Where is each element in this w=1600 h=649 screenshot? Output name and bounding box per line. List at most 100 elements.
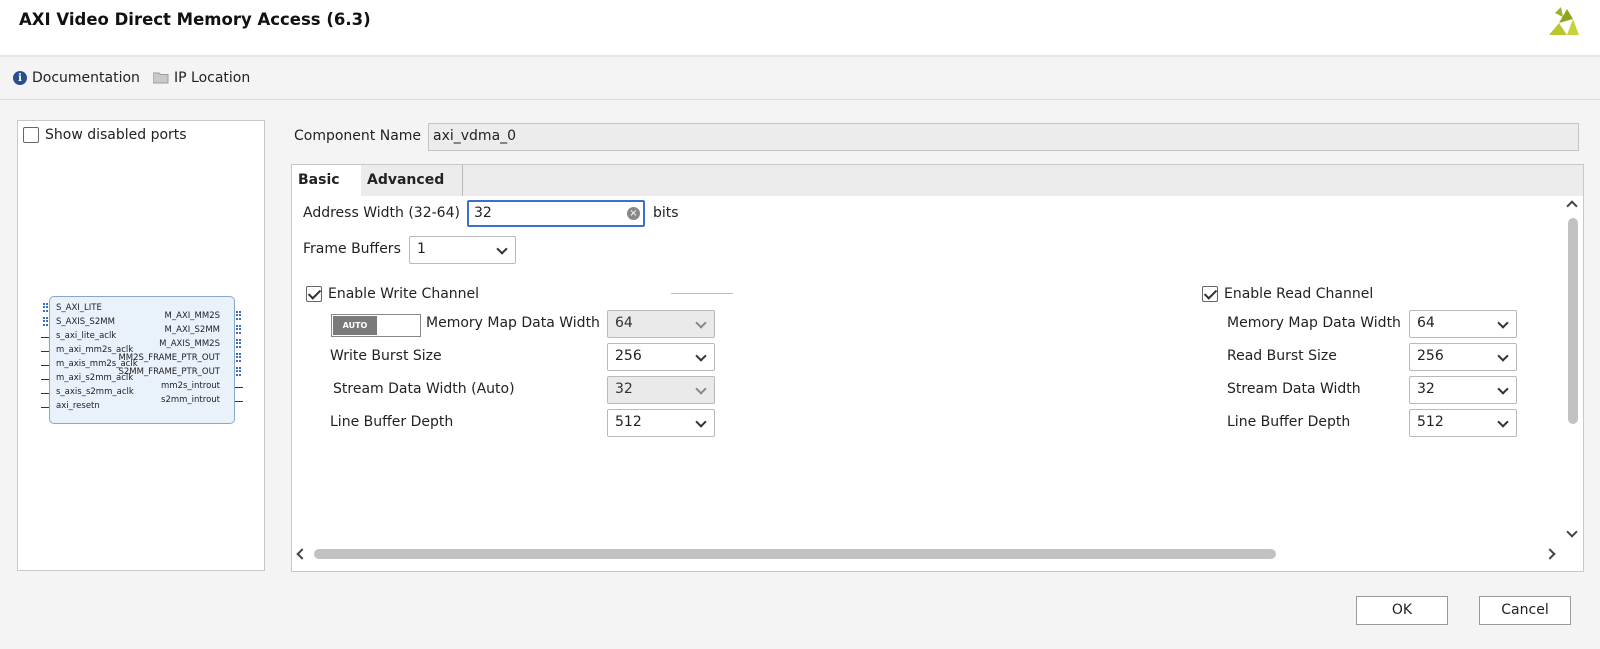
write-burst-size-select[interactable]: 256: [607, 343, 715, 371]
checkbox-box[interactable]: [23, 127, 39, 143]
chevron-down-icon: [1497, 416, 1509, 428]
write-line-buffer-label: Line Buffer Depth: [330, 414, 454, 430]
symbol-panel: Show disabled ports S_AXI_LITE S_AXIS_S2…: [17, 120, 265, 571]
port-label: s2mm_introut: [161, 395, 220, 405]
enable-write-channel-checkbox[interactable]: Enable Write Channel: [306, 286, 479, 302]
read-line-buffer-label: Line Buffer Depth: [1227, 414, 1351, 430]
show-disabled-ports-checkbox[interactable]: Show disabled ports: [23, 127, 187, 143]
bus-port-marker: [236, 325, 241, 334]
address-width-unit: bits: [653, 205, 679, 221]
port-label: mm2s_introut: [161, 381, 220, 391]
write-mm-data-width-label: Memory Map Data Width: [426, 315, 600, 331]
tab-basic[interactable]: Basic: [292, 165, 361, 196]
horizontal-scrollbar[interactable]: [292, 544, 1564, 564]
read-stream-width-label: Stream Data Width: [1227, 381, 1361, 397]
show-disabled-ports-label: Show disabled ports: [45, 127, 187, 143]
documentation-label: Documentation: [32, 70, 140, 86]
read-line-buffer-value: 512: [1417, 414, 1444, 430]
title-bar: AXI Video Direct Memory Access (6.3): [0, 0, 1600, 57]
port-line: [41, 337, 49, 338]
auto-toggle[interactable]: AUTO: [331, 314, 421, 337]
read-line-buffer-select[interactable]: 512: [1409, 409, 1517, 437]
checkbox-box[interactable]: [306, 286, 322, 302]
bus-port-marker: [236, 339, 241, 348]
ip-block-symbol: S_AXI_LITE S_AXIS_S2MM s_axi_lite_aclk m…: [41, 296, 243, 424]
port-line: [235, 401, 243, 402]
read-stream-width-value: 32: [1417, 381, 1435, 397]
config-tabs-panel: Basic Advanced Address Width (32-64) 32 …: [291, 164, 1584, 572]
port-line: [41, 351, 49, 352]
port-label: S2MM_FRAME_PTR_OUT: [118, 367, 220, 377]
auto-toggle-knob: AUTO: [333, 316, 377, 335]
read-burst-size-value: 256: [1417, 348, 1444, 364]
address-width-input[interactable]: 32 ×: [467, 200, 645, 227]
component-name-label: Component Name: [294, 128, 422, 144]
tab-advanced[interactable]: Advanced: [361, 165, 461, 196]
read-burst-size-select[interactable]: 256: [1409, 343, 1517, 371]
chevron-down-icon: [695, 383, 707, 395]
port-line: [41, 379, 49, 380]
scroll-up-icon[interactable]: [1566, 200, 1578, 212]
chevron-down-icon: [695, 350, 707, 362]
chevron-down-icon: [695, 317, 707, 329]
port-line: [41, 393, 49, 394]
cancel-button[interactable]: Cancel: [1479, 596, 1571, 625]
read-burst-size-label: Read Burst Size: [1227, 348, 1337, 364]
write-stream-width-value: 32: [615, 381, 633, 397]
horizontal-scroll-thumb[interactable]: [314, 549, 1276, 559]
write-stream-width-select: 32: [607, 376, 715, 404]
port-label: M_AXI_MM2S: [164, 311, 220, 321]
toolbar: i Documentation IP Location: [0, 59, 1600, 100]
write-stream-width-label: Stream Data Width (Auto): [333, 381, 515, 397]
ok-button[interactable]: OK: [1356, 596, 1448, 625]
chevron-down-icon: [1497, 317, 1509, 329]
vertical-scroll-thumb[interactable]: [1568, 218, 1578, 424]
component-name-field[interactable]: axi_vdma_0: [428, 123, 1579, 151]
read-mm-data-width-label: Memory Map Data Width: [1227, 315, 1401, 331]
bus-port-marker: [236, 353, 241, 362]
enable-read-channel-checkbox[interactable]: Enable Read Channel: [1202, 286, 1373, 302]
ip-location-label: IP Location: [174, 70, 251, 86]
clear-icon[interactable]: ×: [627, 207, 640, 220]
xilinx-logo-icon: [1549, 7, 1579, 35]
basic-tab-content: Address Width (32-64) 32 × bits Frame Bu…: [292, 196, 1564, 544]
write-burst-size-label: Write Burst Size: [330, 348, 442, 364]
chevron-down-icon: [1497, 350, 1509, 362]
read-mm-data-width-select[interactable]: 64: [1409, 310, 1517, 338]
address-width-label: Address Width (32-64): [303, 205, 460, 221]
read-stream-width-select[interactable]: 32: [1409, 376, 1517, 404]
tab-bar: Basic Advanced: [292, 165, 1583, 196]
chevron-down-icon: [496, 243, 508, 255]
chevron-down-icon: [1497, 383, 1509, 395]
info-icon: i: [13, 71, 27, 85]
bus-port-marker: [236, 367, 241, 376]
port-label: MM2S_FRAME_PTR_OUT: [118, 353, 220, 363]
vertical-scrollbar[interactable]: [1562, 196, 1583, 544]
port-label: S_AXIS_S2MM: [56, 317, 115, 327]
scroll-left-icon[interactable]: [296, 548, 308, 560]
write-mm-data-width-value: 64: [615, 315, 633, 331]
port-label: S_AXI_LITE: [56, 303, 102, 313]
port-line: [41, 407, 49, 408]
tab-divider: [462, 165, 463, 196]
write-mm-data-width-select: 64: [607, 310, 715, 338]
enable-read-channel-label: Enable Read Channel: [1224, 286, 1374, 302]
port-label: s_axis_s2mm_aclk: [56, 387, 134, 397]
window-title: AXI Video Direct Memory Access (6.3): [19, 10, 371, 29]
scroll-right-icon[interactable]: [1544, 548, 1556, 560]
scroll-down-icon[interactable]: [1566, 526, 1578, 538]
address-width-value: 32: [474, 205, 492, 221]
chevron-down-icon: [695, 416, 707, 428]
port-label: M_AXI_S2MM: [164, 325, 220, 335]
frame-buffers-select[interactable]: 1: [409, 236, 516, 264]
folder-icon: [153, 72, 169, 84]
frame-buffers-label: Frame Buffers: [303, 241, 401, 257]
ip-location-link[interactable]: IP Location: [153, 70, 250, 86]
documentation-link[interactable]: i Documentation: [13, 70, 140, 86]
write-burst-size-value: 256: [615, 348, 642, 364]
port-label: s_axi_lite_aclk: [56, 331, 117, 341]
write-line-buffer-select[interactable]: 512: [607, 409, 715, 437]
separator-line: [671, 293, 733, 294]
port-line: [235, 387, 243, 388]
checkbox-box[interactable]: [1202, 286, 1218, 302]
